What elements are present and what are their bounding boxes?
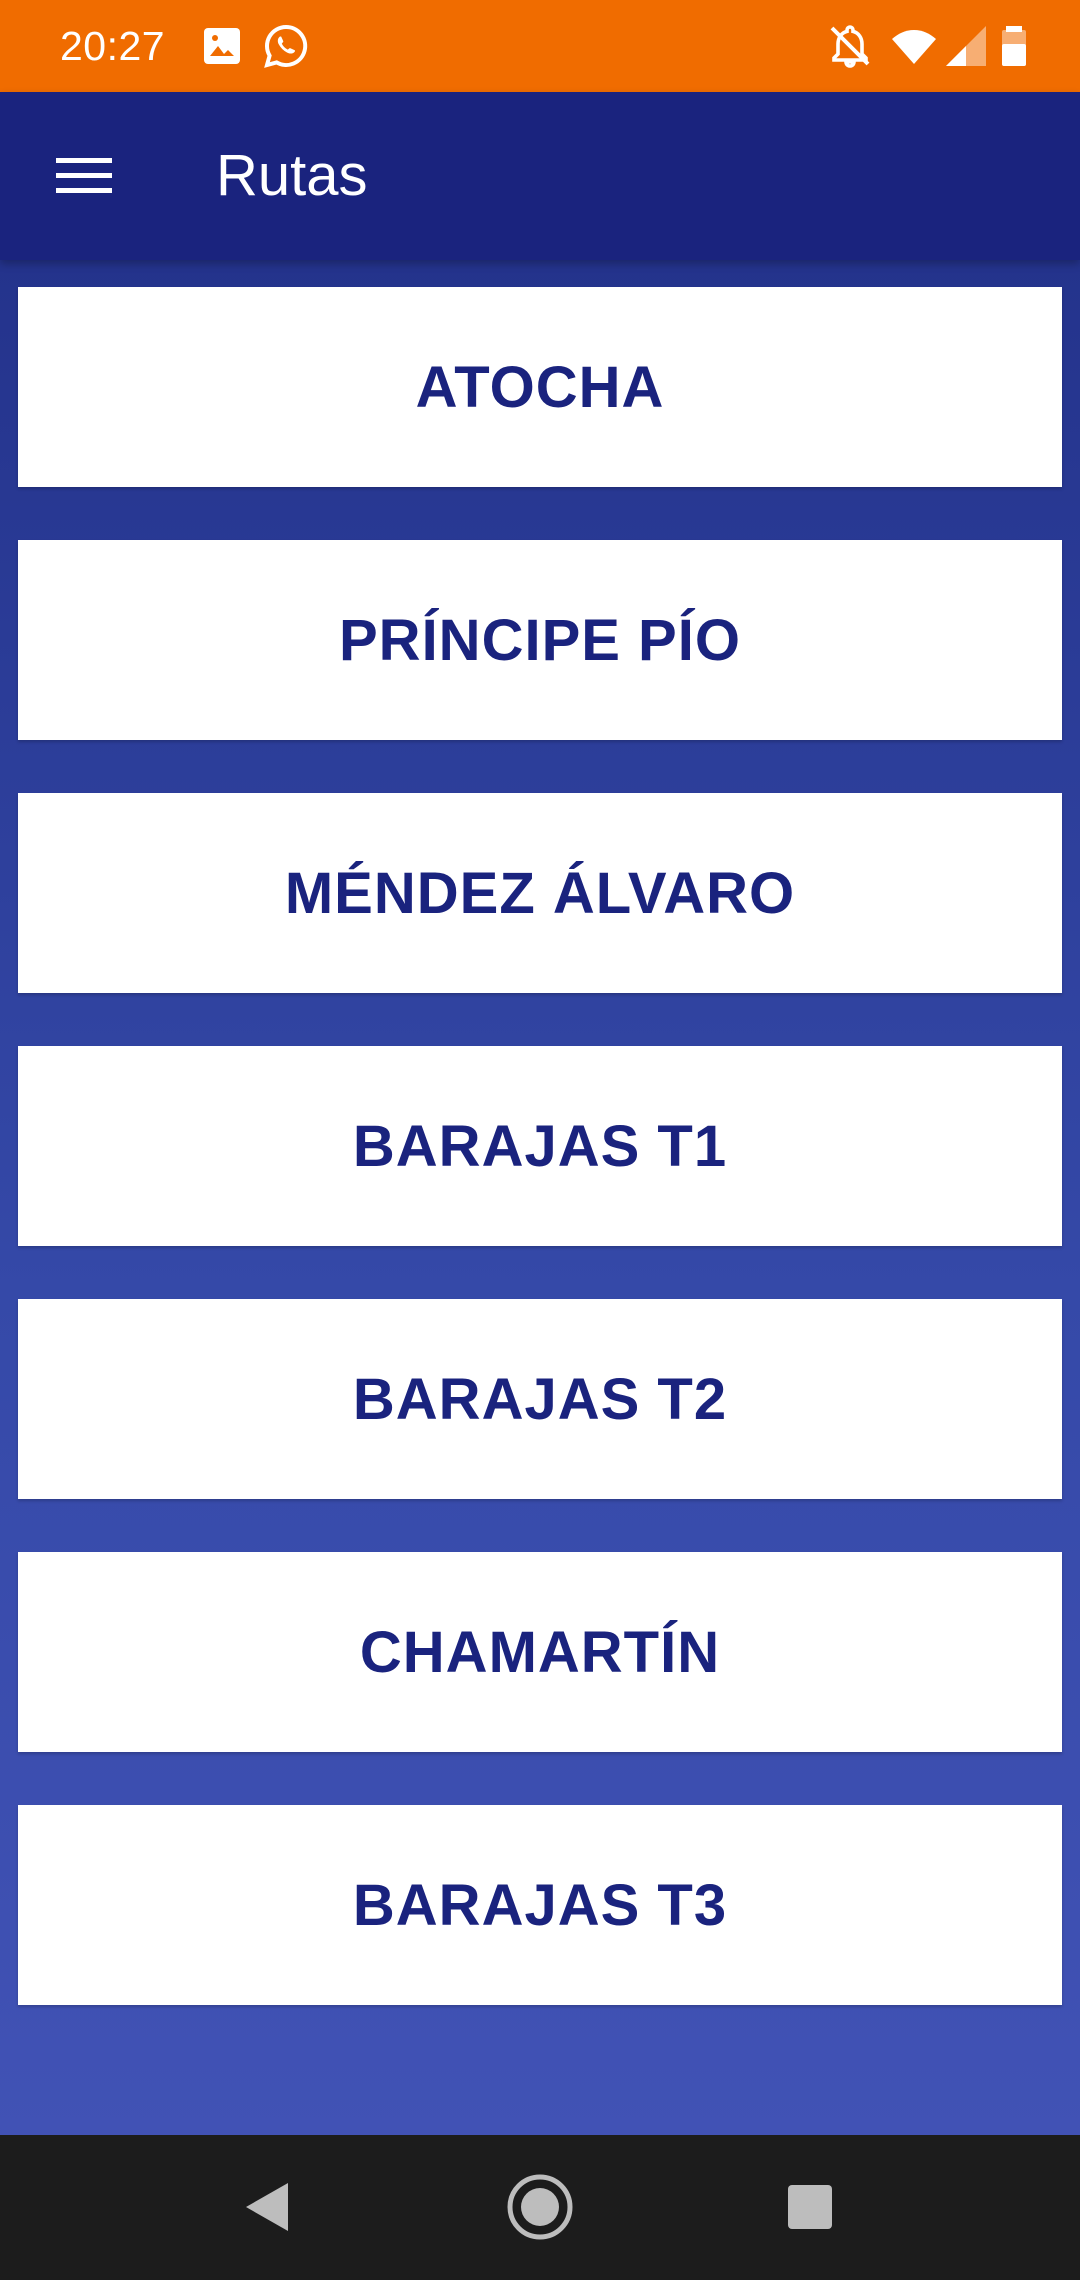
route-button-principe-pio[interactable]: PRÍNCIPE PÍO	[18, 540, 1062, 740]
route-button-chamartin[interactable]: CHAMARTÍN	[18, 1552, 1062, 1752]
cell-signal-icon	[942, 22, 990, 70]
hamburger-menu-icon[interactable]	[44, 136, 124, 216]
notifications-off-icon	[826, 22, 874, 70]
route-button-barajas-t2[interactable]: BARAJAS T2	[18, 1299, 1062, 1499]
route-button-barajas-t3[interactable]: BARAJAS T3	[18, 1805, 1062, 2005]
status-bar: 20:27	[0, 0, 1080, 92]
route-button-atocha[interactable]: ATOCHA	[18, 287, 1062, 487]
status-time: 20:27	[60, 23, 166, 69]
route-button-mendez-alvaro[interactable]: MÉNDEZ ÁLVARO	[18, 793, 1062, 993]
screen: 20:27 Rutas ATOCHA PRÍNCIPE PÍO MÉNDEZ Á…	[0, 0, 1080, 2280]
home-icon[interactable]	[500, 2167, 580, 2247]
whatsapp-icon	[262, 22, 310, 70]
image-icon	[198, 22, 246, 70]
wifi-icon	[890, 22, 938, 70]
page-title: Rutas	[216, 143, 368, 208]
battery-icon	[990, 22, 1038, 70]
route-button-barajas-t1[interactable]: BARAJAS T1	[18, 1046, 1062, 1246]
navigation-bar	[0, 2135, 1080, 2280]
content-area: ATOCHA PRÍNCIPE PÍO MÉNDEZ ÁLVARO BARAJA…	[0, 260, 1080, 2135]
app-bar: Rutas	[0, 92, 1080, 260]
route-list: ATOCHA PRÍNCIPE PÍO MÉNDEZ ÁLVARO BARAJA…	[18, 287, 1062, 2058]
recents-icon[interactable]	[770, 2167, 850, 2247]
back-icon[interactable]	[228, 2167, 308, 2247]
